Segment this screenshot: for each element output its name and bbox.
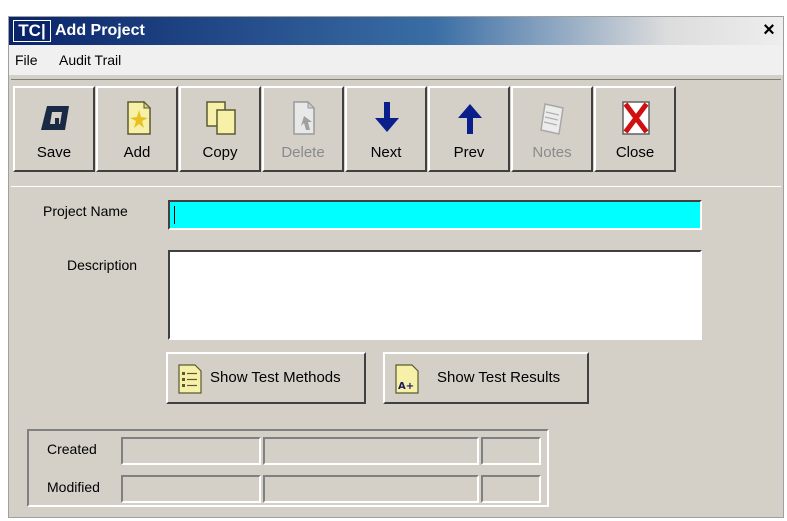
show-test-results-label: Show Test Results — [437, 369, 561, 386]
save-icon — [41, 106, 69, 130]
delete-icon — [293, 100, 316, 135]
modified-date-field — [263, 475, 479, 503]
created-extra-field — [481, 437, 541, 465]
modified-extra-field — [481, 475, 541, 503]
add-label: Add — [123, 144, 151, 161]
text-caret — [174, 206, 175, 224]
audit-info-group: Created Modified — [27, 429, 549, 507]
close-x-icon — [622, 101, 650, 135]
prev-label: Prev — [453, 144, 485, 161]
description-label: Description — [67, 257, 138, 273]
window-close-button[interactable]: × — [759, 19, 779, 41]
arrow-up-icon — [458, 104, 482, 134]
show-test-methods-button[interactable]: Show Test Methods — [166, 352, 366, 404]
description-textarea[interactable] — [168, 250, 702, 340]
menu-audit-trail[interactable]: Audit Trail — [59, 52, 121, 68]
project-name-label: Project Name — [43, 203, 128, 219]
modified-by-field — [121, 475, 261, 503]
show-test-results-button[interactable]: A+ Show Test Results — [383, 352, 589, 404]
add-document-icon — [127, 100, 152, 135]
save-button[interactable]: Save — [13, 86, 95, 172]
copy-label: Copy — [202, 144, 238, 161]
window-title: Add Project — [55, 22, 145, 39]
copy-button[interactable]: Copy — [179, 86, 261, 172]
created-date-field — [263, 437, 479, 465]
title-bar: TC| Add Project — [9, 17, 783, 45]
show-test-methods-label: Show Test Methods — [210, 369, 341, 386]
copy-icon — [206, 101, 236, 135]
test-results-icon: A+ — [395, 364, 419, 394]
menu-file[interactable]: File — [15, 52, 38, 68]
close-label: Close — [615, 144, 655, 161]
prev-button[interactable]: Prev — [428, 86, 510, 172]
menu-bar: File Audit Trail — [9, 45, 783, 75]
notes-label: Notes — [532, 144, 572, 161]
add-project-window: TC| Add Project × File Audit Trail Save … — [8, 16, 784, 518]
project-name-input[interactable] — [168, 200, 702, 230]
created-by-field — [121, 437, 261, 465]
test-methods-icon — [178, 364, 202, 394]
modified-label: Modified — [47, 479, 100, 495]
notes-icon — [540, 103, 564, 135]
app-logo: TC| — [13, 20, 51, 42]
next-label: Next — [370, 144, 402, 161]
add-button[interactable]: Add — [96, 86, 178, 172]
close-button[interactable]: Close — [594, 86, 676, 172]
notes-button[interactable]: Notes — [511, 86, 593, 172]
arrow-down-icon — [375, 102, 399, 132]
created-label: Created — [47, 441, 97, 457]
svg-text:A+: A+ — [398, 381, 414, 392]
save-label: Save — [36, 144, 72, 161]
delete-button[interactable]: Delete — [262, 86, 344, 172]
toolbar: Save Add Copy Delete Next Prev Notes Clo… — [11, 79, 781, 187]
next-button[interactable]: Next — [345, 86, 427, 172]
delete-label: Delete — [281, 144, 325, 161]
